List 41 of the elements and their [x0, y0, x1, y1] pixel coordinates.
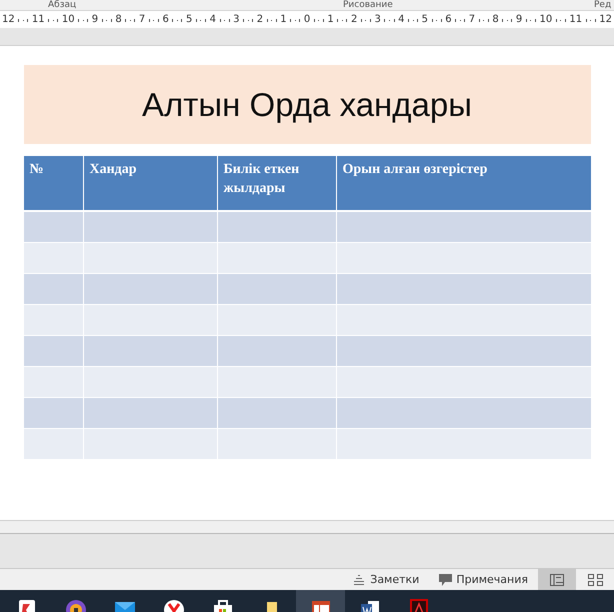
ribbon-group-label: Абзац	[48, 0, 76, 10]
grid-view-icon	[588, 574, 602, 586]
ruler-number: 11	[32, 14, 45, 26]
normal-view-button[interactable]	[538, 569, 576, 590]
slide-title: Алтын Орда хандары	[24, 65, 590, 144]
ruler-number: 7	[138, 14, 146, 26]
column-header: Билік еткен жылдары	[217, 156, 336, 211]
column-header: Орын алған өзгерістер	[336, 156, 590, 211]
ruler-number: 1	[327, 14, 334, 26]
ruler-number: 4	[210, 14, 216, 26]
normal-view-icon	[550, 574, 564, 586]
ruler-number: 10	[62, 14, 75, 26]
ruler-number: 2	[256, 14, 264, 26]
ruler-number: 8	[492, 14, 499, 26]
ruler-number: 11	[569, 14, 582, 26]
column-header: №	[24, 156, 83, 211]
ruler-number: 8	[115, 14, 122, 26]
ruler-number: 9	[92, 14, 98, 26]
ruler-number: 0	[304, 14, 310, 26]
ruler-number: 9	[516, 14, 522, 26]
ribbon-group-label: Рисование	[343, 0, 393, 10]
taskbar-button[interactable]	[296, 590, 345, 612]
ruler-number: 7	[468, 14, 476, 26]
ruler-number: 3	[374, 14, 381, 26]
ruler-number: 12	[599, 14, 612, 26]
ruler-number: 1	[280, 14, 287, 26]
ruler-number: 4	[398, 14, 404, 26]
notes-button[interactable]: Заметки	[342, 569, 430, 590]
notes-icon	[352, 574, 366, 586]
ruler-number: 12	[2, 14, 15, 26]
column-header: Хандар	[83, 156, 217, 211]
ribbon-group-label: Ред	[594, 0, 612, 10]
ruler-number: 6	[445, 14, 452, 26]
ruler-number: 3	[233, 14, 240, 26]
ruler-number: 10	[539, 14, 552, 26]
ruler-number: 5	[186, 14, 192, 26]
ruler-number: 5	[422, 14, 428, 26]
ruler-number: 6	[162, 14, 169, 26]
ruler-number: 2	[350, 14, 358, 26]
speech-bubble-icon	[439, 574, 452, 586]
comments-button[interactable]: Примечания	[429, 569, 538, 590]
